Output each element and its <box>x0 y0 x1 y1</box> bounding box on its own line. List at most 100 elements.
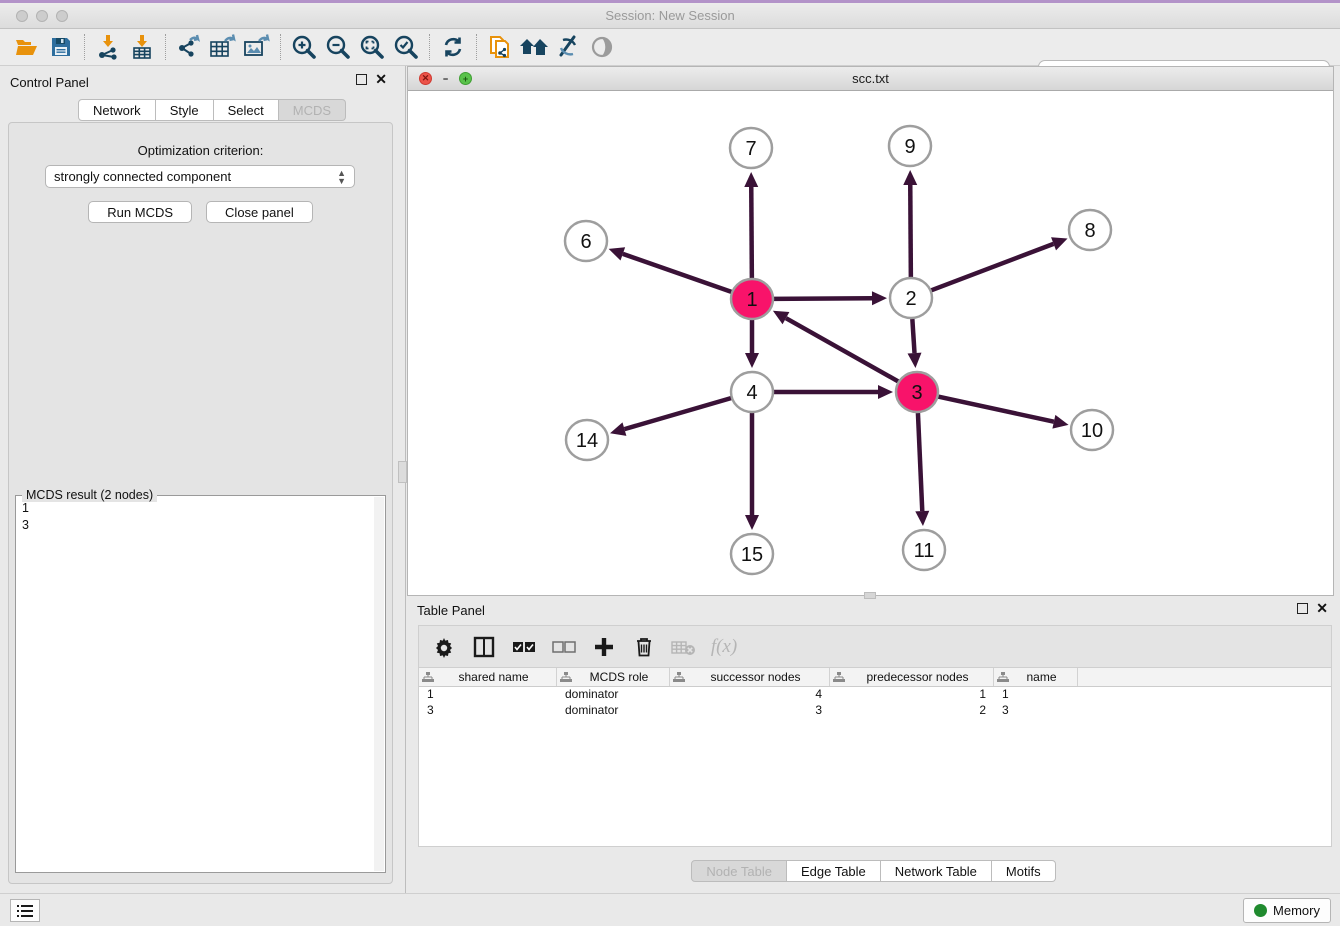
node-label-6: 6 <box>580 231 591 253</box>
import-table-icon[interactable] <box>125 32 159 62</box>
gear-icon[interactable] <box>431 634 457 660</box>
unselect-all-icon[interactable] <box>551 634 577 660</box>
edge-1-2[interactable] <box>773 298 872 299</box>
function-builder-icon[interactable]: f(x) <box>711 634 737 660</box>
float-panel-icon[interactable] <box>356 74 367 85</box>
horizontal-splitter-handle[interactable] <box>864 592 876 599</box>
flat-column-icon <box>560 672 572 683</box>
tab-motifs[interactable]: Motifs <box>992 860 1056 882</box>
column-header-name[interactable]: name <box>994 668 1078 686</box>
tab-node-table[interactable]: Node Table <box>691 860 787 882</box>
node-label-2: 2 <box>905 288 916 310</box>
edge-arrowhead <box>908 353 922 368</box>
column-header-MCDS-role[interactable]: MCDS role <box>557 668 670 686</box>
edge-arrowhead <box>878 385 893 399</box>
cell[interactable]: 4 <box>670 687 830 703</box>
node-label-7: 7 <box>745 138 756 160</box>
delete-table-icon[interactable] <box>671 634 697 660</box>
node-label-4: 4 <box>746 382 757 404</box>
node-label-14: 14 <box>576 430 598 452</box>
toolbar-separator <box>165 34 166 60</box>
mcds-result-group: MCDS result (2 nodes) 1 3 <box>15 495 386 873</box>
flat-column-icon <box>422 672 434 683</box>
table-header-row: shared nameMCDS rolesuccessor nodesprede… <box>419 668 1331 687</box>
zoom-fit-icon[interactable] <box>355 32 389 62</box>
node-table: shared nameMCDS rolesuccessor nodesprede… <box>418 667 1332 847</box>
edge-3-10[interactable] <box>938 396 1054 421</box>
open-file-icon[interactable] <box>10 32 44 62</box>
cell[interactable]: 1 <box>994 687 1078 703</box>
edge-4-14[interactable] <box>624 398 731 429</box>
network-graph[interactable]: 1234678910111415 <box>408 91 1333 595</box>
eye-icon[interactable] <box>585 32 619 62</box>
float-table-panel-icon[interactable] <box>1297 603 1308 614</box>
zoom-out-icon[interactable] <box>321 32 355 62</box>
control-panel-tabs: NetworkStyleSelectMCDS <box>78 99 346 121</box>
save-session-icon[interactable] <box>44 32 78 62</box>
tab-style[interactable]: Style <box>156 99 214 121</box>
style-icon[interactable] <box>551 32 585 62</box>
zoom-selected-icon[interactable] <box>389 32 423 62</box>
cell[interactable]: 1 <box>419 687 557 703</box>
column-header-predecessor-nodes[interactable]: predecessor nodes <box>830 668 994 686</box>
tab-edge-table[interactable]: Edge Table <box>787 860 881 882</box>
tab-select[interactable]: Select <box>214 99 279 121</box>
column-mode-icon[interactable] <box>471 634 497 660</box>
edge-3-11[interactable] <box>918 413 922 511</box>
table-row[interactable]: 3dominator323 <box>419 703 1331 719</box>
refresh-view-icon[interactable] <box>436 32 470 62</box>
task-history-button[interactable] <box>10 899 40 922</box>
cell[interactable]: 3 <box>419 703 557 719</box>
edge-arrowhead <box>1052 415 1068 429</box>
column-header-shared-name[interactable]: shared name <box>419 668 557 686</box>
splitter-handle[interactable] <box>398 461 407 483</box>
tab-mcds[interactable]: MCDS <box>279 99 346 121</box>
select-all-icon[interactable] <box>511 634 537 660</box>
toolbar-separator <box>476 34 477 60</box>
network-window: ✕ − + scc.txt 1234678910111415 <box>407 66 1334 596</box>
edge-2-3[interactable] <box>912 319 914 353</box>
run-mcds-button[interactable]: Run MCDS <box>88 201 192 223</box>
memory-button[interactable]: Memory <box>1243 898 1331 923</box>
edge-3-1[interactable] <box>786 318 899 382</box>
cell[interactable]: dominator <box>557 687 670 703</box>
cell[interactable]: 1 <box>830 687 994 703</box>
edge-2-8[interactable] <box>931 244 1054 291</box>
import-network-icon[interactable] <box>91 32 125 62</box>
column-header-successor-nodes[interactable]: successor nodes <box>670 668 830 686</box>
export-image-icon[interactable] <box>240 32 274 62</box>
close-panel-button[interactable]: Close panel <box>206 201 313 223</box>
duplicate-network-icon[interactable] <box>483 32 517 62</box>
main-toolbar <box>0 29 1340 66</box>
cell[interactable]: 3 <box>670 703 830 719</box>
tab-network[interactable]: Network <box>78 99 156 121</box>
toolbar-separator <box>84 34 85 60</box>
home-icon[interactable] <box>517 32 551 62</box>
mcds-result-text[interactable]: 1 3 <box>18 500 373 870</box>
close-panel-icon[interactable]: ✕ <box>375 74 387 85</box>
edge-1-7[interactable] <box>751 187 752 278</box>
delete-column-icon[interactable] <box>631 634 657 660</box>
criterion-dropdown[interactable]: strongly connected component ▲▼ <box>45 165 355 188</box>
table-panel-title: Table Panel <box>417 603 485 618</box>
zoom-in-icon[interactable] <box>287 32 321 62</box>
edge-1-6[interactable] <box>623 254 732 292</box>
control-panel: Control Panel ✕ NetworkStyleSelectMCDS O… <box>0 66 401 896</box>
table-row[interactable]: 1dominator411 <box>419 687 1331 703</box>
cell[interactable]: 2 <box>830 703 994 719</box>
tab-network-table[interactable]: Network Table <box>881 860 992 882</box>
edge-2-9[interactable] <box>910 185 911 277</box>
dropdown-stepper-icon: ▲▼ <box>337 169 346 185</box>
export-network-icon[interactable] <box>172 32 206 62</box>
add-column-icon[interactable] <box>591 634 617 660</box>
edge-arrowhead <box>744 172 758 187</box>
flat-column-icon <box>833 672 845 683</box>
export-table-icon[interactable] <box>206 32 240 62</box>
cell[interactable]: 3 <box>994 703 1078 719</box>
panel-splitter[interactable] <box>401 66 406 896</box>
cell[interactable]: dominator <box>557 703 670 719</box>
control-panel-title: Control Panel <box>10 75 89 90</box>
node-label-11: 11 <box>914 540 935 562</box>
result-scrollbar[interactable] <box>374 497 384 871</box>
close-table-panel-icon[interactable]: ✕ <box>1316 603 1328 614</box>
